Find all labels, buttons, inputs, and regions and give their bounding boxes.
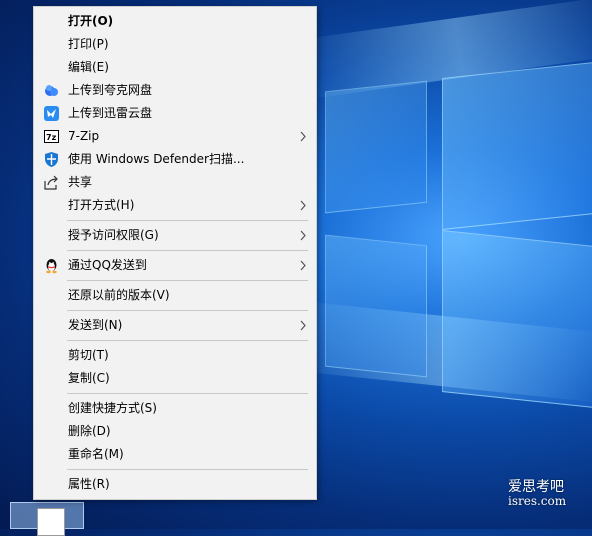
quark-cloud-icon — [45, 85, 58, 96]
menu-item-upload-quark[interactable]: 上传到夸克网盘 — [34, 79, 316, 102]
menu-item-label: 复制(C) — [68, 371, 110, 385]
menu-separator — [67, 340, 308, 341]
menu-item-defender-scan[interactable]: 使用 Windows Defender扫描... — [34, 148, 316, 171]
document-icon — [37, 508, 65, 536]
menu-item-7zip[interactable]: 7z 7-Zip — [34, 125, 316, 148]
menu-separator — [67, 469, 308, 470]
menu-item-give-access[interactable]: 授予访问权限(G) — [34, 224, 316, 247]
menu-item-label: 上传到迅雷云盘 — [68, 106, 153, 120]
share-icon — [44, 175, 58, 190]
menu-item-label: 使用 Windows Defender扫描... — [68, 152, 245, 166]
menu-item-label: 剪切(T) — [68, 348, 109, 362]
context-menu: 打开(O) 打印(P) 编辑(E) 上传到夸克网盘 上传到迅雷云盘 7z 7-Z… — [33, 6, 317, 500]
menu-item-cut[interactable]: 剪切(T) — [34, 344, 316, 367]
menu-item-label: 还原以前的版本(V) — [68, 288, 170, 302]
windows-defender-icon — [45, 152, 58, 167]
menu-item-rename[interactable]: 重命名(M) — [34, 443, 316, 466]
menu-item-label: 发送到(N) — [68, 318, 123, 332]
menu-item-label: 编辑(E) — [68, 60, 109, 74]
menu-separator — [67, 250, 308, 251]
menu-item-send-to[interactable]: 发送到(N) — [34, 314, 316, 337]
menu-item-label: 打开方式(H) — [68, 198, 135, 212]
menu-item-label: 删除(D) — [68, 424, 111, 438]
menu-item-label: 打印(P) — [68, 37, 109, 51]
menu-item-print[interactable]: 打印(P) — [34, 33, 316, 56]
watermark-url: isres.com — [508, 494, 567, 508]
chevron-right-icon — [300, 131, 306, 142]
windows-logo-pane — [325, 234, 427, 378]
menu-item-label: 属性(R) — [68, 477, 110, 491]
menu-item-send-via-qq[interactable]: 通过QQ发送到 — [34, 254, 316, 277]
chevron-right-icon — [300, 260, 306, 271]
watermark: 爱思考吧 isres.com — [508, 476, 566, 508]
menu-item-label: 创建快捷方式(S) — [68, 401, 157, 415]
menu-item-create-shortcut[interactable]: 创建快捷方式(S) — [34, 397, 316, 420]
menu-separator — [67, 310, 308, 311]
menu-item-label: 通过QQ发送到 — [68, 258, 147, 272]
menu-item-label: 授予访问权限(G) — [68, 228, 159, 242]
menu-item-label: 打开(O) — [68, 14, 114, 28]
qq-icon — [46, 259, 57, 274]
menu-item-label: 重命名(M) — [68, 447, 124, 461]
menu-item-restore-versions[interactable]: 还原以前的版本(V) — [34, 284, 316, 307]
menu-item-edit[interactable]: 编辑(E) — [34, 56, 316, 79]
windows-logo-pane — [442, 230, 592, 408]
menu-item-open[interactable]: 打开(O) — [34, 10, 316, 33]
menu-item-share[interactable]: 共享 — [34, 171, 316, 194]
menu-item-upload-xunlei[interactable]: 上传到迅雷云盘 — [34, 102, 316, 125]
menu-item-properties[interactable]: 属性(R) — [34, 473, 316, 496]
menu-item-label: 上传到夸克网盘 — [68, 83, 153, 97]
windows-logo-pane — [442, 62, 592, 230]
menu-item-delete[interactable]: 删除(D) — [34, 420, 316, 443]
menu-item-label: 7-Zip — [68, 129, 100, 143]
selected-file-icon[interactable] — [10, 502, 84, 536]
menu-item-open-with[interactable]: 打开方式(H) — [34, 194, 316, 217]
chevron-right-icon — [300, 320, 306, 331]
svg-text:7z: 7z — [46, 133, 57, 142]
7zip-icon: 7z — [44, 130, 59, 143]
menu-separator — [67, 220, 308, 221]
menu-item-copy[interactable]: 复制(C) — [34, 367, 316, 390]
menu-separator — [67, 393, 308, 394]
watermark-title: 爱思考吧 — [508, 479, 564, 495]
chevron-right-icon — [300, 200, 306, 211]
menu-separator — [67, 280, 308, 281]
windows-logo-pane — [325, 80, 427, 214]
chevron-right-icon — [300, 230, 306, 241]
xunlei-cloud-icon — [44, 106, 59, 121]
menu-item-label: 共享 — [68, 175, 93, 189]
